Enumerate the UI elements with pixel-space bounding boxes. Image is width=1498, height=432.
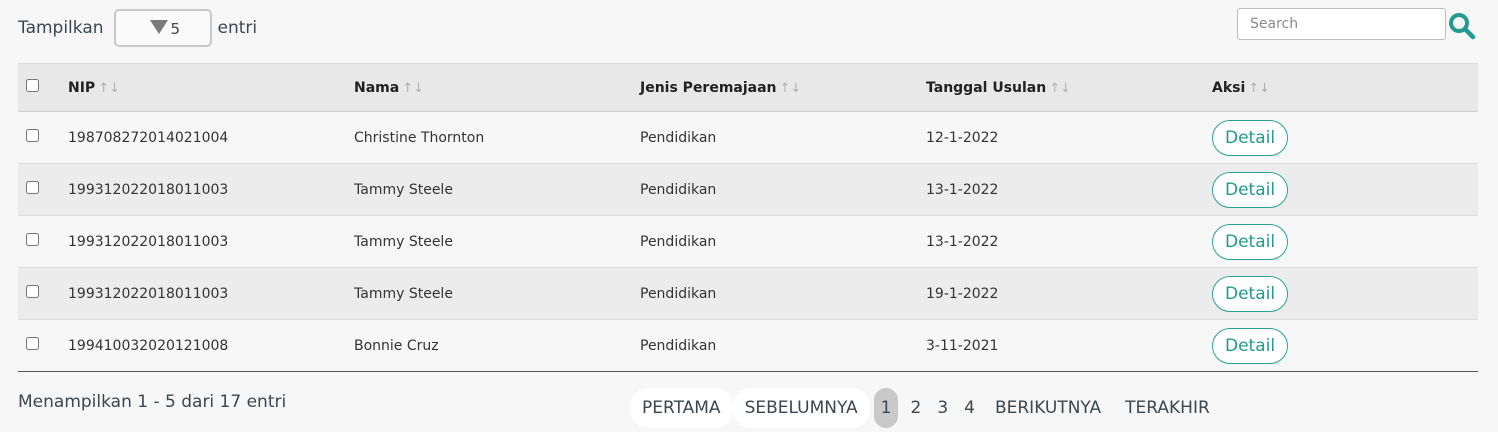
table-row: 198708272014021004 Christine Thornton Pe… [18,111,1478,164]
sort-icon: ↑↓ [402,80,424,96]
next-page-button[interactable]: BERIKUTNYA [983,388,1113,428]
row-select-cell [18,216,68,268]
row-select-cell [18,320,68,372]
col-jenis-label: Jenis Peremajaan [640,79,777,96]
cell-nip: 199312022018011003 [68,233,229,250]
prev-page-button[interactable]: SEBELUMNYA [732,388,870,428]
cell-aksi: Detail [1212,112,1478,164]
cell-jenis: Pendidikan [640,233,717,250]
page-button-4[interactable]: 4 [956,388,983,428]
table-row: 199312022018011003 Tammy Steele Pendidik… [18,163,1478,216]
select-all-cell [18,63,68,112]
col-nip-header[interactable]: NIP ↑↓ [68,63,354,112]
cell-jenis: Pendidikan [640,285,717,302]
cell-tanggal: 19-1-2022 [926,285,999,302]
page-button-2[interactable]: 2 [902,388,929,428]
detail-button[interactable]: Detail [1212,275,1289,312]
cell-jenis: Pendidikan [640,129,717,146]
row-select-cell [18,112,68,164]
table-row: 199410032020121008 Bonnie Cruz Pendidika… [18,319,1478,372]
length-suffix: entri [217,18,258,38]
sort-icon: ↑↓ [1248,80,1271,96]
cell-nip: 199410032020121008 [68,337,229,354]
first-page-button[interactable]: PERTAMA [630,388,733,428]
cell-nama: Tammy Steele [354,285,453,302]
row-select-cell [18,164,68,216]
pagination: PERTAMA SEBELUMNYA 1 2 3 4 BERIKUTNYA TE… [630,388,1222,428]
cell-nip: 199312022018011003 [68,285,229,302]
cell-nama: Tammy Steele [354,181,453,198]
search-icon[interactable] [1448,12,1476,40]
detail-button[interactable]: Detail [1212,223,1289,260]
cell-tanggal: 12-1-2022 [926,129,999,146]
row-checkbox[interactable] [26,181,39,194]
cell-tanggal: 13-1-2022 [926,233,999,250]
row-select-cell [18,268,68,320]
col-nip-label: NIP [68,79,96,96]
table-header-row: NIP ↑↓ Nama ↑↓ Jenis Peremajaan ↑↓ Tanggal … [18,63,1478,112]
table-row: 199312022018011003 Tammy Steele Pendidik… [18,215,1478,268]
col-aksi-header[interactable]: Aksi ↑↓ [1212,63,1478,112]
page-button-1[interactable]: 1 [873,388,899,428]
select-all-checkbox[interactable] [26,79,39,92]
last-page-button[interactable]: TERAKHIR [1113,388,1222,428]
search-input[interactable] [1237,8,1446,40]
cell-nama: Christine Thornton [354,129,485,146]
cell-nip: 198708272014021004 [68,129,229,146]
cell-nip: 199312022018011003 [68,181,229,198]
cell-jenis: Pendidikan [640,181,717,198]
sort-icon: ↑↓ [1049,80,1071,96]
table-info: Menampilkan 1 - 5 dari 17 entri [18,392,287,412]
cell-nama: Bonnie Cruz [354,337,439,354]
col-nama-label: Nama [354,79,400,96]
sort-icon: ↑↓ [98,80,120,96]
entries-select[interactable]: 5 [113,9,212,47]
cell-aksi: Detail [1212,320,1478,372]
cell-jenis: Pendidikan [640,337,717,354]
col-tanggal-header[interactable]: Tanggal Usulan ↑↓ [926,63,1212,112]
page-button-3[interactable]: 3 [929,388,956,428]
row-checkbox[interactable] [26,129,39,142]
length-prefix: Tampilkan [18,18,104,38]
col-aksi-label: Aksi [1212,79,1246,96]
caret-down-icon [149,20,168,34]
col-nama-header[interactable]: Nama ↑↓ [354,63,640,112]
detail-button[interactable]: Detail [1212,171,1289,208]
sort-icon: ↑↓ [779,80,802,96]
row-checkbox[interactable] [26,233,39,246]
cell-aksi: Detail [1212,164,1478,216]
entries-value: 5 [170,20,181,38]
col-tanggal-label: Tanggal Usulan [926,79,1047,96]
cell-nama: Tammy Steele [354,233,453,250]
length-menu: Tampilkan 5 entri [18,8,257,48]
detail-button[interactable]: Detail [1212,327,1289,364]
cell-tanggal: 13-1-2022 [926,181,999,198]
row-checkbox[interactable] [26,337,39,350]
col-jenis-header[interactable]: Jenis Peremajaan ↑↓ [640,63,926,112]
usulan-table: NIP ↑↓ Nama ↑↓ Jenis Peremajaan ↑↓ Tanggal … [18,63,1478,372]
cell-tanggal: 3-11-2021 [926,337,999,354]
cell-aksi: Detail [1212,268,1478,320]
row-checkbox[interactable] [26,285,39,298]
detail-button[interactable]: Detail [1212,119,1289,156]
table-row: 199312022018011003 Tammy Steele Pendidik… [18,267,1478,320]
cell-aksi: Detail [1212,216,1478,268]
